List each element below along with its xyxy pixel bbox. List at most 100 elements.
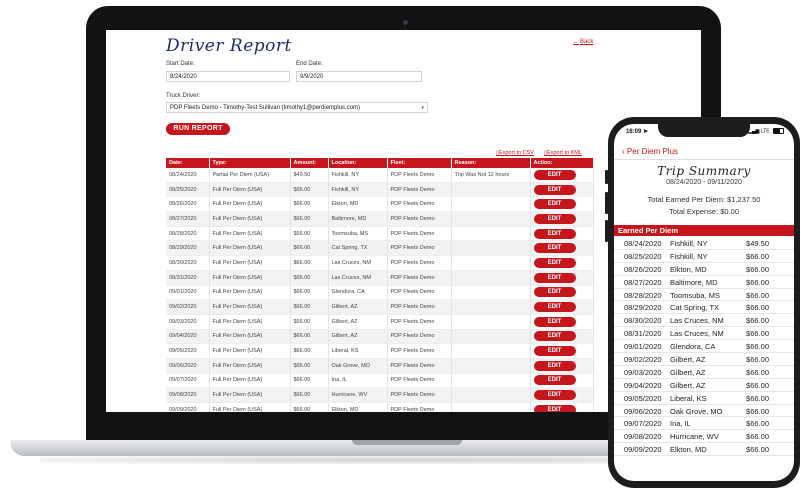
camera-icon bbox=[403, 20, 408, 25]
back-link-label: Back bbox=[580, 39, 594, 45]
list-item[interactable]: 09/02/2020 Gilbert, AZ $66.00 bbox=[614, 353, 794, 366]
table-row: 08/28/2020 Full Per Diem (USA) $66.00 Tooms… bbox=[166, 226, 594, 242]
cell-location: Liberal, KS bbox=[328, 343, 388, 359]
col-type[interactable]: Type: bbox=[209, 158, 291, 168]
cell-action: EDIT bbox=[530, 299, 594, 315]
cell-location: Gilbert, AZ bbox=[328, 329, 388, 345]
edit-button[interactable]: EDIT bbox=[533, 316, 576, 327]
edit-button[interactable]: EDIT bbox=[533, 346, 576, 357]
edit-button[interactable]: EDIT bbox=[533, 287, 576, 298]
truck-driver-select[interactable]: PDP Fleets Demo - Timothy-Test Sullivan … bbox=[166, 102, 428, 113]
edit-button[interactable]: EDIT bbox=[533, 199, 576, 210]
edit-button[interactable]: EDIT bbox=[533, 272, 576, 283]
list-item[interactable]: 09/04/2020 Gilbert, AZ $66.00 bbox=[614, 379, 794, 392]
cell-action: EDIT bbox=[530, 240, 594, 257]
col-date[interactable]: Date: bbox=[166, 158, 210, 168]
start-date-field[interactable]: 8/24/2020 bbox=[166, 71, 290, 82]
edit-button[interactable]: EDIT bbox=[533, 331, 576, 342]
cell-action: EDIT bbox=[530, 373, 594, 389]
list-item-amount: $49.50 bbox=[746, 239, 769, 248]
cell-reason bbox=[451, 270, 531, 286]
edit-button[interactable]: EDIT bbox=[533, 257, 576, 268]
cell-fleet: PDP Fleets Demo bbox=[387, 314, 452, 330]
list-item-amount: $66.00 bbox=[746, 393, 769, 403]
col-reason[interactable]: Reason: bbox=[451, 158, 531, 168]
list-item[interactable]: 09/09/2020 Elkton, MD $66.00 bbox=[614, 443, 794, 457]
cell-type: Full Per Diem (USA) bbox=[209, 314, 291, 330]
col-amount[interactable]: Amount: bbox=[290, 158, 329, 168]
list-item[interactable]: 08/24/2020 Fishkill, NY $49.50 bbox=[614, 237, 794, 250]
edit-button[interactable]: EDIT bbox=[533, 375, 576, 386]
edit-button[interactable]: EDIT bbox=[533, 390, 576, 401]
cell-location: Glendora, CA bbox=[328, 285, 388, 301]
list-item[interactable]: 09/08/2020 Hurricane, WV $66.00 bbox=[614, 430, 794, 444]
cell-fleet: PDP Fleets Demo bbox=[387, 240, 452, 257]
nav-divider bbox=[614, 159, 794, 160]
edit-button[interactable]: EDIT bbox=[533, 404, 576, 412]
edit-button[interactable]: EDIT bbox=[533, 184, 576, 195]
col-fleet[interactable]: Fleet: bbox=[387, 158, 452, 168]
end-date-field[interactable]: 9/9/2020 bbox=[296, 71, 422, 82]
cell-reason bbox=[451, 211, 531, 227]
cell-amount: $66.00 bbox=[290, 314, 329, 330]
cell-amount: $66.00 bbox=[290, 211, 329, 227]
export-kml-link[interactable]: ▯Export to KML bbox=[544, 150, 582, 156]
cell-location: Fishkill, NY bbox=[328, 182, 388, 198]
end-date-label: End Date: bbox=[296, 61, 323, 67]
cell-type: Full Per Diem (USA) bbox=[209, 255, 291, 271]
list-item[interactable]: 08/26/2020 Elkton, MD $66.00 bbox=[614, 263, 794, 276]
col-location[interactable]: Location: bbox=[328, 158, 388, 168]
list-item-amount: $66.00 bbox=[746, 419, 769, 429]
table-row: 09/09/2020 Full Per Diem (USA) $66.00 Elkto… bbox=[166, 402, 594, 412]
back-button[interactable]: ‹ Per Diem Plus bbox=[622, 147, 678, 156]
cell-location: Las Cruces, NM bbox=[328, 255, 388, 271]
cell-type: Full Per Diem (USA) bbox=[209, 182, 291, 198]
cell-type: Full Per Diem (USA) bbox=[209, 240, 291, 257]
back-link[interactable]: ←Back bbox=[573, 39, 593, 45]
edit-button[interactable]: EDIT bbox=[533, 243, 576, 254]
edit-button[interactable]: EDIT bbox=[533, 169, 576, 180]
list-item[interactable]: 09/07/2020 Ina, IL $66.00 bbox=[614, 417, 794, 431]
list-item[interactable]: 09/06/2020 Oak Grove, MO $66.00 bbox=[614, 405, 794, 418]
list-item[interactable]: 08/28/2020 Toomsuba, MS $66.00 bbox=[614, 289, 794, 302]
truck-driver-label: Truck Driver: bbox=[166, 93, 201, 99]
table-header-row: Date: Type: Amount: Location: Fleet: Rea… bbox=[166, 158, 594, 168]
cell-fleet: PDP Fleets Demo bbox=[387, 196, 452, 213]
table-row: 08/31/2020 Full Per Diem (USA) $66.00 Las C… bbox=[166, 270, 594, 286]
list-item[interactable]: 08/31/2020 Las Cruces, NM $66.00 bbox=[614, 327, 794, 341]
cell-amount: $49.50 bbox=[290, 168, 329, 183]
list-item[interactable]: 08/25/2020 Fishkill, NY $66.00 bbox=[614, 250, 794, 263]
cell-amount: $66.00 bbox=[290, 226, 329, 242]
cell-fleet: PDP Fleets Demo bbox=[387, 402, 452, 412]
list-item-location: Fishkill, NY bbox=[670, 239, 708, 248]
table-row: 09/06/2020 Full Per Diem (USA) $66.00 Oak G… bbox=[166, 358, 594, 374]
cell-fleet: PDP Fleets Demo bbox=[387, 270, 452, 286]
cell-fleet: PDP Fleets Demo bbox=[387, 226, 452, 242]
list-item[interactable]: 08/27/2020 Baltimore, MD $66.00 bbox=[614, 276, 794, 289]
export-csv-link[interactable]: ▯Export to CSV bbox=[496, 150, 534, 156]
cell-action: EDIT bbox=[530, 211, 594, 227]
list-item[interactable]: 09/01/2020 Glendora, CA $66.00 bbox=[614, 340, 794, 354]
list-item-date: 08/29/2020 bbox=[624, 303, 662, 313]
table-row: 09/01/2020 Full Per Diem (USA) $66.00 Glend… bbox=[166, 285, 594, 301]
list-item-amount: $66.00 bbox=[746, 355, 769, 365]
list-item[interactable]: 08/29/2020 Cat Spring, TX $66.00 bbox=[614, 301, 794, 315]
edit-button[interactable]: EDIT bbox=[533, 302, 576, 313]
edit-button[interactable]: EDIT bbox=[533, 228, 576, 239]
list-item-date: 09/08/2020 bbox=[624, 432, 662, 442]
report-table-body: 08/24/2020 Partial Per Diem (USA) $49.50 Fi… bbox=[166, 168, 594, 412]
cell-location: Toomsuba, MS bbox=[328, 226, 388, 242]
run-report-button[interactable]: RUN REPORT bbox=[166, 123, 230, 135]
list-item-amount: $66.00 bbox=[746, 342, 769, 352]
list-item-location: Hurricane, WV bbox=[670, 432, 719, 442]
list-item-amount: $66.00 bbox=[746, 367, 769, 377]
cell-date: 08/29/2020 bbox=[166, 240, 210, 257]
edit-button[interactable]: EDIT bbox=[533, 360, 576, 371]
cell-amount: $66.00 bbox=[290, 329, 329, 345]
cell-amount: $66.00 bbox=[290, 182, 329, 198]
list-item[interactable]: 09/03/2020 Gilbert, AZ $66.00 bbox=[614, 366, 794, 379]
edit-button[interactable]: EDIT bbox=[533, 213, 576, 224]
list-item[interactable]: 09/05/2020 Liberal, KS $66.00 bbox=[614, 392, 794, 405]
cell-action: EDIT bbox=[530, 343, 594, 359]
list-item[interactable]: 08/30/2020 Las Cruces, NM $66.00 bbox=[614, 314, 794, 328]
